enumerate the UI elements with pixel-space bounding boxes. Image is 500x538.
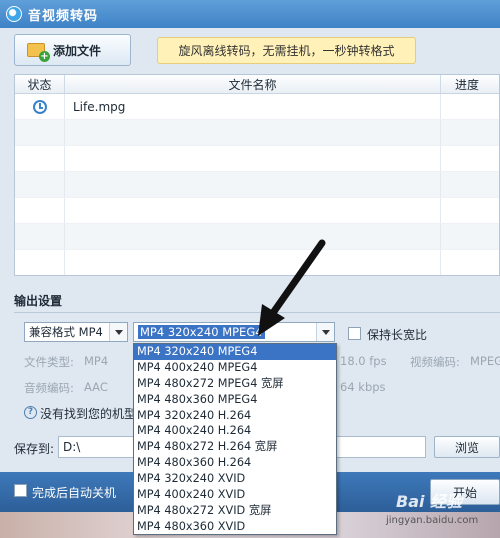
dropdown-option[interactable]: MP4 480x360 XVID xyxy=(134,519,336,534)
dropdown-option[interactable]: MP4 400x240 MPEG4 xyxy=(134,360,336,376)
name-cell: Life.mpg xyxy=(65,94,441,119)
app-icon xyxy=(6,6,22,22)
table-header: 状态 文件名称 进度 xyxy=(15,75,499,94)
promo-text: 旋风离线转码，无需挂机，一秒钟转格式 xyxy=(178,44,395,58)
dropdown-option[interactable]: MP4 320x240 H.264 xyxy=(134,408,336,424)
dropdown-option[interactable]: MP4 480x272 H.264 宽屏 xyxy=(134,439,336,455)
keep-ratio-label[interactable]: 保持长宽比 xyxy=(367,326,427,343)
progress-cell xyxy=(441,94,499,119)
clock-icon xyxy=(33,99,47,114)
audio-bitrate-value: 64 kbps xyxy=(340,380,386,394)
status-cell xyxy=(15,94,65,119)
browse-button[interactable]: 浏览 xyxy=(434,436,500,458)
dropdown-option[interactable]: MP4 480x360 MPEG4 xyxy=(134,392,336,408)
video-codec-label: 视频编码: xyxy=(410,355,460,369)
table-row[interactable]: Life.mpg xyxy=(15,94,499,120)
browse-label: 浏览 xyxy=(454,440,479,455)
title-bar: 音视频转码 xyxy=(0,0,500,28)
audio-codec-value: AAC xyxy=(84,380,108,394)
add-file-label: 添加文件 xyxy=(53,43,102,58)
dropdown-option[interactable]: MP4 480x272 MPEG4 宽屏 xyxy=(134,376,336,392)
keep-ratio-checkbox[interactable] xyxy=(348,327,361,340)
dropdown-option[interactable]: MP4 320x240 XVID xyxy=(134,471,336,487)
column-header-progress[interactable]: 进度 xyxy=(441,75,499,93)
file-table: 状态 文件名称 进度 Life.mpg xyxy=(14,74,500,276)
watermark-url: jingyan.baidu.com xyxy=(386,515,479,526)
dropdown-option[interactable]: MP4 400x240 XVID xyxy=(134,487,336,503)
save-to-label: 保存到: xyxy=(14,442,55,456)
table-row-empty xyxy=(15,250,499,275)
section-divider xyxy=(14,312,500,313)
fps-value: 18.0 fps xyxy=(340,354,387,368)
dropdown-option[interactable]: MP4 320x240 MPEG4 xyxy=(134,344,336,360)
table-row-empty xyxy=(15,120,499,146)
preset-value: MP4 320x240 MPEG4 xyxy=(138,325,265,339)
chevron-down-icon[interactable] xyxy=(109,323,127,341)
save-path-value: D:\ xyxy=(63,440,81,454)
add-file-button[interactable]: 添加文件 xyxy=(14,34,131,66)
shutdown-label[interactable]: 完成后自动关机 xyxy=(32,484,116,501)
file-type-label: 文件类型: xyxy=(24,355,74,369)
dropdown-option[interactable]: MP4 480x272 XVID 宽屏 xyxy=(134,503,336,519)
dropdown-option[interactable]: MP4 400x240 H.264 xyxy=(134,423,336,439)
help-link[interactable]: 没有找到您的机型 xyxy=(40,405,136,422)
table-row-empty xyxy=(15,224,499,250)
file-type-value: MP4 xyxy=(84,354,109,368)
table-body: Life.mpg xyxy=(15,94,499,275)
chevron-down-icon[interactable] xyxy=(316,323,334,341)
baidu-watermark: Bai 经验 xyxy=(396,492,463,511)
audio-codec-label: 音频编码: xyxy=(24,381,74,395)
help-icon[interactable]: ? xyxy=(24,406,37,419)
table-row-empty xyxy=(15,198,499,224)
video-codec-value: MPEG xyxy=(470,354,500,368)
format-category-value: 兼容格式 MP4 xyxy=(29,325,103,339)
format-category-select[interactable]: 兼容格式 MP4 xyxy=(24,322,128,342)
file-name: Life.mpg xyxy=(73,99,126,114)
shutdown-checkbox[interactable] xyxy=(14,484,27,497)
promo-banner[interactable]: 旋风离线转码，无需挂机，一秒钟转格式 xyxy=(157,37,416,64)
preset-dropdown-list: MP4 320x240 MPEG4 MP4 400x240 MPEG4 MP4 … xyxy=(133,343,337,535)
output-settings-title: 输出设置 xyxy=(14,294,63,308)
dropdown-option[interactable]: MP4 480x360 H.264 xyxy=(134,455,336,471)
column-header-status[interactable]: 状态 xyxy=(15,75,65,93)
table-row-empty xyxy=(15,172,499,198)
window-title: 音视频转码 xyxy=(28,8,99,24)
table-row-empty xyxy=(15,146,499,172)
column-header-name[interactable]: 文件名称 xyxy=(65,75,441,93)
preset-select[interactable]: MP4 320x240 MPEG4 xyxy=(133,322,335,342)
toolbar: 添加文件 旋风离线转码，无需挂机，一秒钟转格式 xyxy=(0,28,500,70)
add-folder-icon xyxy=(27,43,50,62)
